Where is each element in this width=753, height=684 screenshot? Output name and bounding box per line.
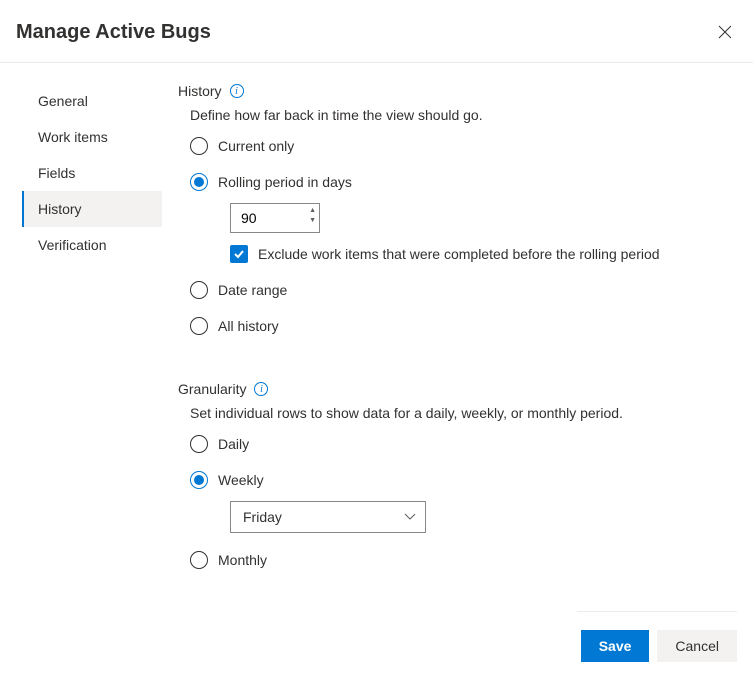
radio-icon <box>190 435 208 453</box>
chevron-up-icon[interactable]: ▲ <box>309 206 316 216</box>
radio-label: Monthly <box>218 552 267 568</box>
check-icon <box>233 248 245 260</box>
content-panel: History i Define how far back in time th… <box>162 83 753 587</box>
radio-icon <box>190 281 208 299</box>
dialog-footer: Save Cancel <box>581 630 737 662</box>
radio-icon <box>190 471 208 489</box>
page-title: Manage Active Bugs <box>16 21 211 44</box>
sidebar-item-label: Verification <box>38 237 106 253</box>
save-button[interactable]: Save <box>581 630 650 662</box>
exclude-checkbox-row[interactable]: Exclude work items that were completed b… <box>230 245 733 263</box>
info-icon[interactable]: i <box>254 382 268 396</box>
radio-current-only[interactable]: Current only <box>190 137 733 155</box>
footer-divider <box>577 611 737 612</box>
radio-monthly[interactable]: Monthly <box>190 551 733 569</box>
radio-label: Daily <box>218 436 249 452</box>
info-icon[interactable]: i <box>230 84 244 98</box>
weekly-day-select[interactable]: Friday <box>230 501 426 533</box>
sidebar-item-label: Work items <box>38 129 108 145</box>
sidebar-item-label: History <box>38 201 82 217</box>
heading-text: Granularity <box>178 381 246 397</box>
sidebar-item-label: General <box>38 93 88 109</box>
radio-icon <box>190 173 208 191</box>
rolling-period-controls: ▲▼ Exclude work items that were complete… <box>230 203 733 263</box>
radio-label: Weekly <box>218 472 264 488</box>
checkbox-icon <box>230 245 248 263</box>
close-button[interactable] <box>713 20 737 44</box>
history-description: Define how far back in time the view sho… <box>190 107 733 123</box>
heading-text: History <box>178 83 222 99</box>
radio-daily[interactable]: Daily <box>190 435 733 453</box>
radio-icon <box>190 137 208 155</box>
granularity-description: Set individual rows to show data for a d… <box>190 405 733 421</box>
sidebar-item-history[interactable]: History <box>22 191 162 227</box>
weekly-day-select-wrap: Friday <box>230 501 426 533</box>
radio-label: Current only <box>218 138 294 154</box>
radio-weekly[interactable]: Weekly <box>190 471 733 489</box>
radio-all-history[interactable]: All history <box>190 317 733 335</box>
granularity-heading: Granularity i <box>178 381 733 397</box>
number-spinner[interactable]: ▲▼ <box>309 206 316 226</box>
sidebar-item-label: Fields <box>38 165 75 181</box>
sidebar-item-general[interactable]: General <box>22 83 162 119</box>
rolling-days-input-wrap: ▲▼ <box>230 203 320 233</box>
granularity-radio-group: Daily Weekly Friday Monthly <box>190 435 733 569</box>
sidebar-item-work-items[interactable]: Work items <box>22 119 162 155</box>
radio-label: Rolling period in days <box>218 174 352 190</box>
history-heading: History i <box>178 83 733 99</box>
chevron-down-icon[interactable]: ▼ <box>309 216 316 226</box>
close-icon <box>717 24 733 40</box>
sidebar-item-fields[interactable]: Fields <box>22 155 162 191</box>
rolling-days-input[interactable] <box>230 203 320 233</box>
radio-date-range[interactable]: Date range <box>190 281 733 299</box>
radio-label: All history <box>218 318 279 334</box>
radio-label: Date range <box>218 282 287 298</box>
sidebar-item-verification[interactable]: Verification <box>22 227 162 263</box>
radio-icon <box>190 551 208 569</box>
cancel-button[interactable]: Cancel <box>657 630 737 662</box>
checkbox-label: Exclude work items that were completed b… <box>258 246 660 262</box>
dialog-header: Manage Active Bugs <box>0 0 753 63</box>
radio-icon <box>190 317 208 335</box>
select-value: Friday <box>243 509 282 525</box>
dialog-body: General Work items Fields History Verifi… <box>0 63 753 587</box>
weekly-controls: Friday <box>230 501 733 533</box>
history-radio-group: Current only Rolling period in days ▲▼ E… <box>190 137 733 335</box>
radio-rolling-period[interactable]: Rolling period in days <box>190 173 733 191</box>
sidebar: General Work items Fields History Verifi… <box>0 83 162 587</box>
